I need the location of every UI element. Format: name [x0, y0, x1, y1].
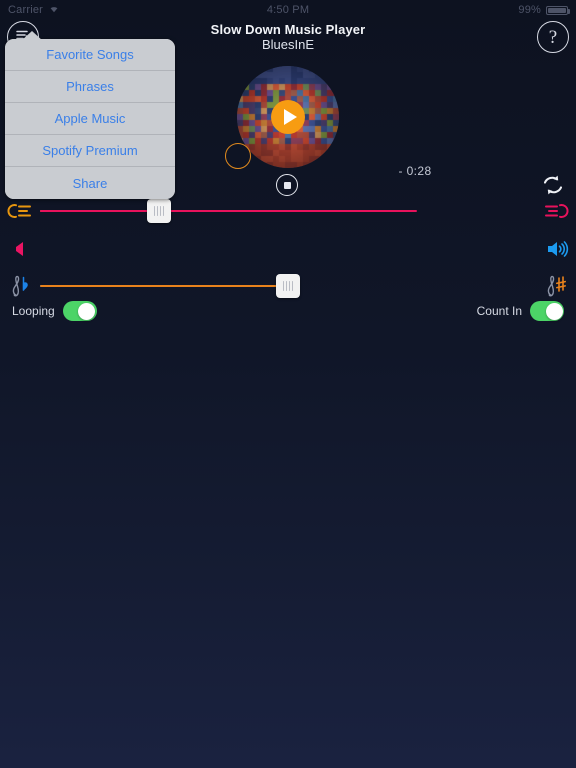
menu-item-label: Favorite Songs	[46, 47, 134, 62]
looping-label: Looping	[12, 304, 55, 318]
menu-item-label: Share	[72, 175, 108, 191]
question-mark-icon: ?	[548, 26, 558, 48]
stop-icon	[283, 181, 291, 189]
time-remaining-label: - 0:28	[398, 164, 432, 178]
popover-arrow	[21, 31, 43, 41]
speed-slider-thumb[interactable]	[147, 199, 172, 223]
looping-toggle[interactable]	[62, 301, 97, 321]
menu-item-label: Apple Music	[54, 111, 126, 126]
status-bar: Carrier 4:50 PM 99%	[0, 0, 576, 20]
stop-button[interactable]	[276, 174, 298, 196]
page-title: Slow Down Music Player	[210, 22, 366, 37]
volume-high-icon[interactable]	[536, 239, 576, 259]
menu-item-spotify-premium[interactable]: Spotify Premium	[5, 135, 175, 167]
play-icon	[283, 109, 297, 125]
clef-flat-icon[interactable]	[0, 274, 40, 298]
help-button[interactable]: ?	[537, 21, 569, 53]
speed-track-remaining	[40, 210, 417, 212]
volume-control-row	[0, 236, 576, 262]
pitch-slider-row	[0, 271, 576, 301]
menu-item-phrases[interactable]: Phrases	[5, 71, 175, 103]
pitch-track-remaining	[40, 285, 288, 287]
battery-full-icon	[546, 5, 570, 15]
speed-slider-row	[0, 196, 576, 226]
menu-item-apple-music[interactable]: Apple Music	[5, 103, 175, 135]
count-in-toggle[interactable]	[530, 301, 564, 321]
toggles-row: Looping Count In	[0, 299, 576, 323]
clef-sharp-icon[interactable]	[536, 274, 576, 298]
status-bar-time: 4:50 PM	[266, 4, 310, 16]
pitch-slider-track[interactable]	[40, 271, 536, 301]
menu-item-label: Spotify Premium	[42, 143, 138, 158]
count-in-label: Count In	[476, 304, 522, 318]
volume-slider-track[interactable]	[40, 234, 536, 264]
popover-menu: Favorite Songs Phrases Apple Music Spoti…	[5, 39, 175, 199]
looping-toggle-group: Looping	[12, 301, 97, 321]
volume-mute-icon[interactable]	[0, 239, 40, 259]
menu-item-label: Phrases	[66, 79, 114, 94]
menu-item-favorite-songs[interactable]: Favorite Songs	[5, 39, 175, 71]
progress-ring-icon[interactable]	[225, 143, 251, 169]
slow-speed-icon[interactable]	[0, 201, 40, 221]
play-button[interactable]	[271, 100, 305, 134]
menu-item-share[interactable]: Share	[5, 167, 175, 199]
fast-speed-icon[interactable]	[536, 201, 576, 221]
album-art-area	[225, 66, 339, 169]
count-in-toggle-group: Count In	[477, 301, 564, 321]
pitch-slider-thumb[interactable]	[276, 274, 300, 298]
speed-slider-track[interactable]	[40, 196, 536, 226]
